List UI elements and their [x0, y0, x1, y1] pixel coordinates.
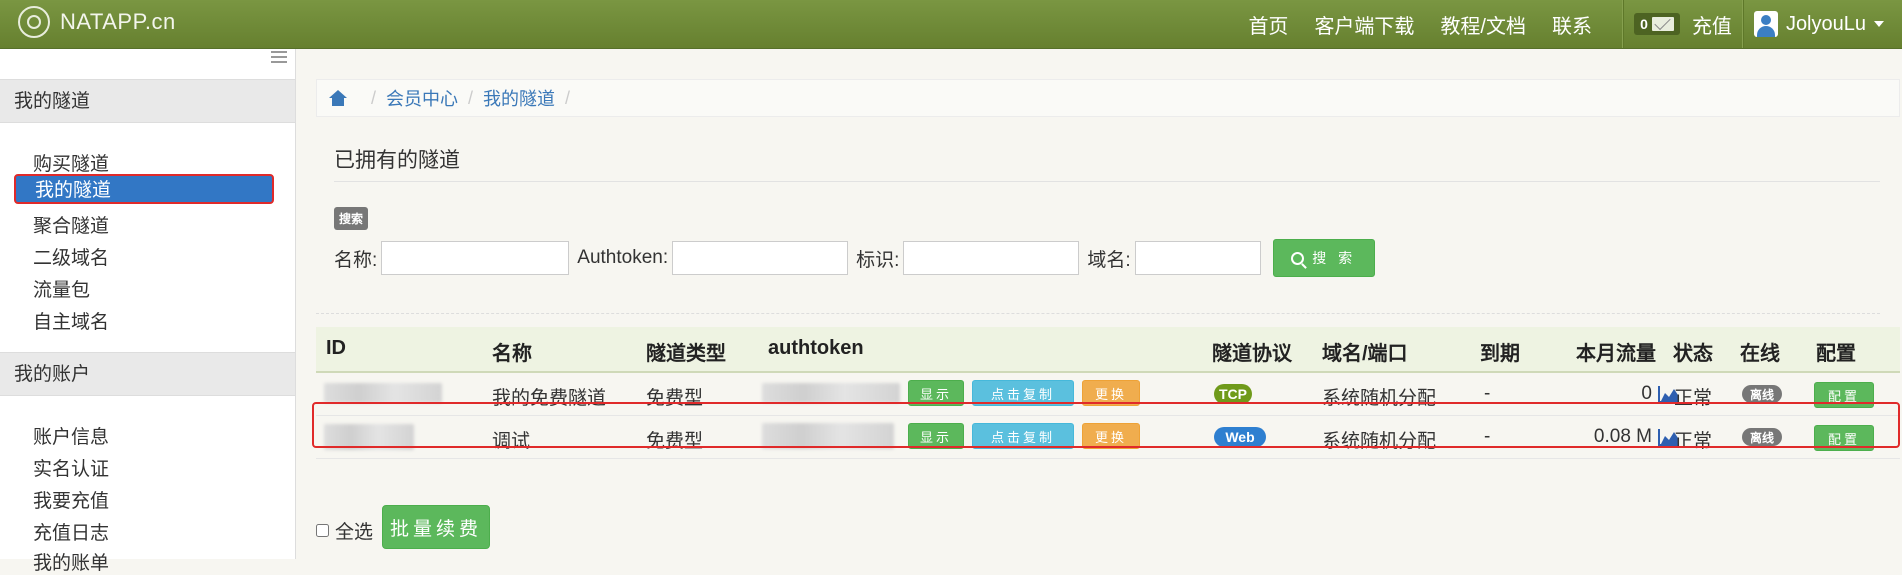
nav-download[interactable]: 客户端下载	[1314, 10, 1414, 39]
nav-contact[interactable]: 联系	[1552, 10, 1592, 39]
col-expire: 到期	[1480, 343, 1520, 365]
nav-divider	[1741, 0, 1744, 48]
username: JolyouLu	[1785, 12, 1866, 35]
select-all-label: 全选	[335, 522, 374, 543]
domain-label: 域名:	[1087, 249, 1131, 271]
brand[interactable]: NATAPP.cn	[18, 6, 176, 38]
sidebar-item-account-info[interactable]: 账户信息	[33, 422, 109, 449]
sidebar-section-account: 我的账户	[0, 352, 295, 396]
select-all-checkbox[interactable]	[316, 524, 329, 537]
col-protocol: 隧道协议	[1212, 343, 1292, 365]
authtoken-label: Authtoken:	[577, 247, 669, 268]
user-menu[interactable]: JolyouLu	[1753, 11, 1884, 37]
recharge-link[interactable]: 充值	[1692, 10, 1732, 39]
col-online: 在线	[1740, 343, 1780, 365]
brand-name: NATAPP.cn	[60, 9, 176, 34]
col-type: 隧道类型	[646, 343, 726, 365]
domain-input[interactable]	[1134, 241, 1261, 275]
breadcrumb-my-tunnels[interactable]: 我的隧道	[483, 85, 555, 111]
sidebar-item-buy-tunnel[interactable]: 购买隧道	[33, 149, 109, 176]
name-label: 名称:	[334, 249, 378, 271]
authtoken-input[interactable]	[672, 241, 849, 275]
nav-docs[interactable]: 教程/文档	[1440, 10, 1526, 39]
mail-icon	[1651, 17, 1674, 31]
message-count: 0	[1640, 16, 1648, 32]
col-authtoken: authtoken	[768, 337, 864, 359]
search-button-label: 搜 索	[1312, 250, 1357, 266]
col-name: 名称	[492, 343, 532, 365]
home-icon[interactable]	[329, 90, 347, 106]
authtoken-blurred	[762, 383, 900, 403]
search-icon	[1291, 251, 1305, 265]
breadcrumb: / 会员中心 / 我的隧道 /	[316, 79, 1900, 117]
nav-divider	[1622, 0, 1625, 48]
sidebar-collapse-icon[interactable]	[271, 51, 287, 63]
chevron-down-icon	[1874, 21, 1884, 27]
logo-icon	[18, 6, 50, 38]
search-form: 名称: Authtoken: 标识: 域名: 搜 索	[334, 239, 1375, 277]
sidebar: 我的隧道 购买隧道 我的隧道 聚合隧道 二级域名 流量包 自主域名 我的账户 账…	[0, 49, 296, 574]
main-content: / 会员中心 / 我的隧道 / 已拥有的隧道 搜索 名称: Authtoken:…	[296, 49, 1902, 559]
sidebar-item-recharge-log[interactable]: 充值日志	[33, 518, 109, 545]
protocol-badge: TCP	[1214, 384, 1252, 404]
page-title: 已拥有的隧道	[334, 149, 460, 172]
id-input[interactable]	[903, 241, 1080, 275]
search-button[interactable]: 搜 索	[1272, 239, 1375, 277]
user-area: 0 充值 JolyouLu	[1612, 0, 1902, 48]
col-domain: 域名/端口	[1322, 343, 1408, 365]
table-header: ID 名称 隧道类型 authtoken 隧道协议 域名/端口 到期 本月流量 …	[316, 327, 1900, 373]
name-input[interactable]	[381, 241, 570, 275]
batch-renew-button[interactable]: 批量续费	[382, 505, 490, 549]
search-badge: 搜索	[334, 207, 369, 230]
divider	[334, 181, 1880, 182]
online-badge: 离线	[1742, 385, 1782, 403]
select-all[interactable]: 全选	[316, 517, 373, 544]
nav-home[interactable]: 首页	[1248, 10, 1288, 39]
user-avatar-icon	[1753, 11, 1778, 37]
sidebar-item-subdomain[interactable]: 二级域名	[33, 243, 109, 270]
sidebar-item-verification[interactable]: 实名认证	[33, 454, 109, 481]
sidebar-item-custom-domain[interactable]: 自主域名	[33, 307, 109, 334]
col-status: 状态	[1673, 343, 1713, 365]
id-label: 标识:	[856, 249, 900, 271]
sidebar-item-aggregate-tunnel[interactable]: 聚合隧道	[33, 211, 109, 238]
main-nav: 首页 客户端下载 教程/文档 联系	[1248, 0, 1592, 48]
top-navbar: NATAPP.cn 首页 客户端下载 教程/文档 联系 0 充值 JolyouL…	[0, 0, 1902, 49]
messages-button[interactable]: 0	[1634, 13, 1680, 35]
sidebar-item-my-tunnels[interactable]: 我的隧道	[14, 174, 274, 204]
col-traffic: 本月流量	[1576, 343, 1656, 365]
row-highlight-annotation	[312, 402, 1900, 448]
sidebar-item-recharge[interactable]: 我要充值	[33, 486, 109, 513]
sidebar-section-tunnels: 我的隧道	[0, 79, 295, 123]
sidebar-item-bills[interactable]: 我的账单	[33, 548, 109, 575]
id-blurred	[324, 383, 442, 403]
breadcrumb-member-center[interactable]: 会员中心	[386, 85, 458, 111]
divider	[316, 313, 1880, 314]
col-config: 配置	[1816, 343, 1856, 365]
sidebar-item-traffic-pack[interactable]: 流量包	[33, 275, 90, 302]
col-id: ID	[326, 337, 346, 359]
